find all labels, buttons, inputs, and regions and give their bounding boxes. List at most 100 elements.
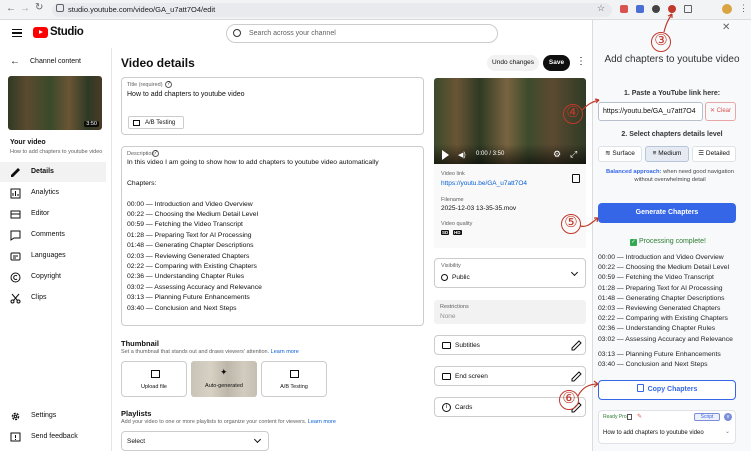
forward-icon[interactable]: → [20, 3, 30, 14]
edit-small-icon[interactable]: ✎ [637, 413, 642, 420]
play-icon[interactable] [442, 150, 449, 160]
save-button[interactable]: Save [543, 55, 570, 71]
help-icon[interactable]: ? [152, 150, 159, 157]
description-chapter-line: 02:22 — Comparing with Existing Chapters [127, 263, 257, 271]
end-screen-label: End screen [455, 373, 488, 380]
playlists-title: Playlists [121, 409, 152, 418]
sidebar-video-thumbnail[interactable]: 3:50 [8, 76, 102, 130]
level-medium-button[interactable]: ≡ Medium [645, 146, 689, 162]
channel-content-link[interactable]: Channel content [30, 58, 81, 65]
video-time: 0:00 / 3:50 [476, 151, 505, 157]
copy-small-icon[interactable] [627, 414, 632, 420]
script-button[interactable]: Script [694, 413, 720, 421]
extension-icon[interactable] [652, 5, 660, 13]
generate-chapters-button[interactable]: Generate Chapters [598, 203, 736, 223]
description-chapter-line: 00:59 — Fetching the Video Transcript [127, 221, 243, 229]
generated-chapter-line: 02:03 — Reviewing Generated Chapters [598, 305, 721, 313]
video-link-label: Video link [441, 171, 465, 177]
chevron-down-small-icon[interactable]: v [724, 413, 732, 421]
sidebar-item-analytics[interactable]: Analytics [0, 183, 106, 203]
browser-toolbar: ← → ↻ studio.youtube.com/video/GA_u7att7… [0, 0, 751, 20]
video-link[interactable]: https://youtu.be/GA_u7att7O4 [441, 180, 527, 187]
filename-value: 2025-12-03 13-35-35.mov [441, 205, 517, 212]
youtube-logo-icon[interactable] [33, 27, 48, 38]
volume-icon[interactable]: ◀) [458, 151, 466, 159]
description-chapter-line: 01:48 — Generating Chapter Descriptions [127, 242, 254, 250]
search-input[interactable]: Search across your channel [226, 24, 498, 43]
description-text[interactable]: In this video I am going to show how to … [127, 158, 422, 314]
thumbnail-learn-more-link[interactable]: Learn more [271, 349, 299, 355]
pencil-icon[interactable] [571, 340, 582, 351]
level-surface-button[interactable]: ≋ Surface [598, 146, 642, 162]
duration-badge: 3:50 [84, 121, 99, 127]
settings-gear-icon[interactable]: ⚙ [553, 149, 561, 160]
profile-icon[interactable] [722, 4, 732, 14]
globe-icon [441, 274, 448, 281]
reload-icon[interactable]: ↻ [35, 2, 43, 13]
copy-icon[interactable] [572, 174, 580, 183]
sidebar-item-details[interactable]: Details [0, 162, 106, 182]
extension-icon[interactable] [636, 5, 644, 13]
playlists-learn-more-link[interactable]: Learn more [308, 419, 336, 425]
description-label: Description [127, 151, 155, 157]
puzzle-icon[interactable] [684, 5, 692, 13]
upload-file-label: Upload file [141, 384, 167, 390]
level-detailed-button[interactable]: ☰ Detailed [692, 146, 736, 162]
hd-badge-icon: HD [453, 230, 462, 235]
feedback-icon [10, 432, 21, 443]
menu-dots-icon[interactable]: ⋮ [739, 3, 748, 14]
close-icon[interactable]: ✕ [722, 22, 730, 33]
title-input[interactable]: How to add chapters to youtube video [127, 90, 245, 100]
copyright-icon [10, 272, 21, 283]
generated-chapter-line: 01:28 — Preparing Text for AI Processing [598, 284, 723, 292]
generated-chapter-line: 01:48 — Generating Chapter Descriptions [598, 294, 725, 302]
help-icon[interactable]: ? [165, 81, 172, 88]
upload-file-tile[interactable]: Upload file [121, 361, 187, 397]
expand-icon[interactable]: ⌄ [725, 428, 730, 435]
end-screen-icon [442, 373, 451, 380]
video-preview[interactable]: ◀) 0:00 / 3:50 ⚙ ⤢ [434, 78, 586, 164]
address-bar[interactable]: studio.youtube.com/video/GA_u7att7O4/edi… [52, 3, 612, 17]
bookmark-star-icon[interactable]: ☆ [597, 3, 605, 14]
back-icon[interactable]: ← [6, 3, 16, 14]
annotation-4-arrow [581, 98, 600, 111]
sidebar-item-copyright[interactable]: Copyright [0, 267, 106, 287]
sidebar-item-comments[interactable]: Comments [0, 225, 106, 245]
more-options-icon[interactable]: ⋮ [576, 56, 586, 67]
subtitles-row[interactable]: Subtitles [434, 335, 586, 355]
sidebar-item-settings[interactable]: Settings [0, 406, 106, 426]
copy-chapters-button[interactable]: Copy Chapters [598, 380, 736, 400]
site-info-icon[interactable] [56, 4, 64, 12]
ab-testing-tile[interactable]: A/B Testing [261, 361, 327, 397]
ab-testing-button[interactable]: A/B Testing [128, 116, 184, 129]
clear-button[interactable]: ✕ Clear [705, 102, 736, 121]
youtube-link-input[interactable]: https://youtu.be/GA_u7att7O4 [598, 102, 703, 121]
sidebar-item-feedback[interactable]: Send feedback [0, 427, 106, 447]
check-icon: ✓ [630, 239, 638, 246]
ab-testing-icon [290, 370, 299, 378]
extension-icon[interactable] [620, 5, 628, 13]
comments-icon [10, 230, 21, 241]
subtitles-icon [442, 342, 451, 349]
search-icon [233, 29, 241, 37]
visibility-select[interactable]: Visibility Public [434, 258, 586, 288]
studio-logo-text: Studio [50, 26, 84, 38]
description-chapter-line: 03:02 — Assessing Accuracy and Relevance [127, 283, 262, 291]
end-screen-row[interactable]: End screen [434, 366, 586, 386]
auto-generated-tile[interactable]: ✦ Auto-generated [191, 361, 257, 397]
sidebar-item-languages[interactable]: Languages [0, 246, 106, 266]
fullscreen-icon[interactable]: ⤢ [570, 149, 577, 160]
processing-status: ✓ Processing complete! [598, 238, 738, 246]
bottom-widget: Ready Pro ✎ Script v How to add chapters… [598, 410, 736, 444]
hamburger-icon[interactable] [12, 29, 22, 37]
description-chapter-list: 00:00 — Introduction and Video Overview 0… [127, 200, 422, 314]
sidebar-item-clips[interactable]: Clips [0, 288, 106, 308]
sparkle-icon: ✦ [220, 367, 228, 377]
description-field[interactable]: Description ? In this video I am going t… [121, 146, 424, 326]
title-field[interactable]: Title (required) ? How to add chapters t… [121, 77, 424, 135]
sidebar-item-editor[interactable]: Editor [0, 204, 106, 224]
gear-icon [10, 411, 21, 422]
back-arrow-icon[interactable]: ← [10, 56, 20, 67]
playlist-select[interactable]: Select [121, 431, 269, 451]
undo-changes-button[interactable]: Undo changes [487, 55, 539, 71]
